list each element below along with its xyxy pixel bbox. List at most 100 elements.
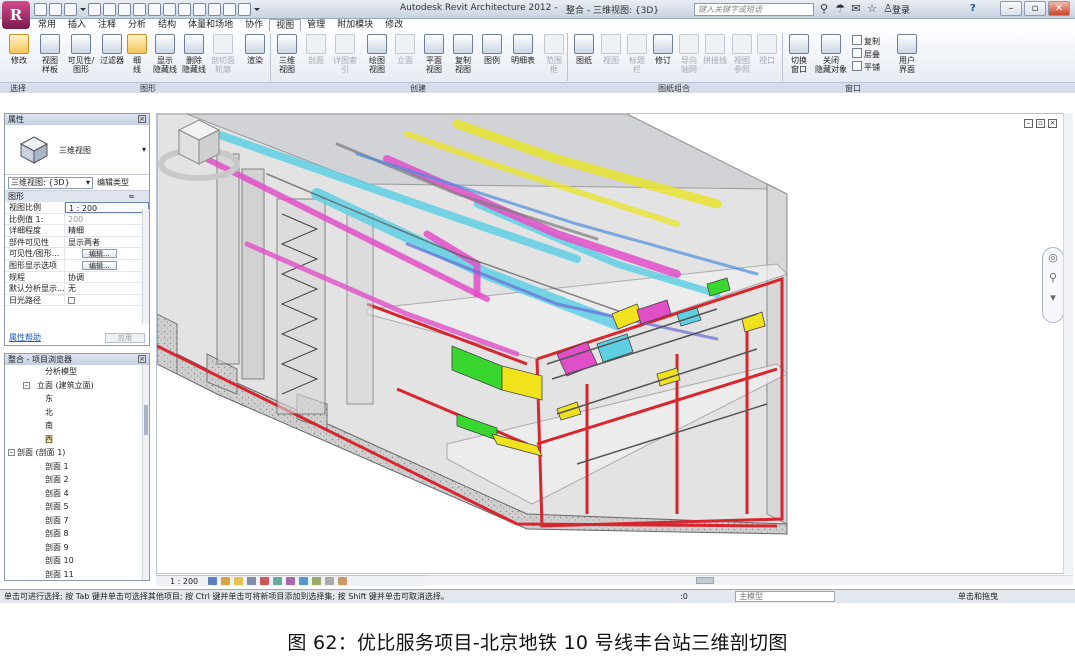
vertical-scrollbar[interactable] [1063, 113, 1073, 574]
browser-tree-node[interactable]: 剖面 9 [5, 541, 145, 555]
tab-massing-site[interactable]: 体量和场地 [182, 19, 239, 31]
restore-view-icon[interactable]: ▫ [1036, 119, 1045, 128]
show-hidden-lines-button[interactable]: 显示 隐藏线 [150, 34, 180, 74]
horizontal-scrollbar[interactable] [426, 575, 1073, 585]
matchline-button[interactable]: 拼接线 [700, 34, 730, 65]
detail-level-field[interactable]: 精细 [65, 225, 149, 236]
browser-scrollbar[interactable] [142, 365, 149, 580]
section-button[interactable]: 剖面 [301, 34, 331, 65]
align-dimension-icon[interactable] [133, 3, 146, 16]
property-row-graphic-display[interactable]: 图形显示选项 编辑... [5, 259, 149, 272]
plan-views-button[interactable]: 平面 视图 [419, 34, 449, 74]
tab-home[interactable]: 常用 [32, 19, 62, 31]
temp-hide-icon[interactable] [312, 577, 322, 585]
sheet-button[interactable]: 图纸 [569, 34, 599, 65]
panel-label-select[interactable]: 选择 [10, 83, 26, 94]
favorites-icon[interactable]: ☆ [866, 3, 878, 15]
tab-analyze[interactable]: 分析 [122, 19, 152, 31]
panel-label-sheet-composition[interactable]: 图纸组合 [658, 83, 690, 94]
steering-wheel-icon[interactable]: ◎ [1043, 248, 1063, 268]
scope-box-button[interactable]: 范围 框 [539, 34, 569, 74]
browser-tree-node[interactable]: 西 [5, 433, 145, 447]
view-scale-control[interactable]: 1 : 200 [156, 577, 208, 586]
section-icon[interactable] [193, 3, 206, 16]
cut-profile-button[interactable]: 剖切面 轮廓 [208, 34, 238, 74]
tab-modify[interactable]: 修改 [379, 19, 409, 31]
subscription-icon[interactable]: ☂ [834, 3, 846, 15]
browser-tree-node[interactable]: – 剖面 (剖面 1) [5, 446, 145, 460]
measure-icon[interactable] [118, 3, 131, 16]
browser-tree-node[interactable]: 剖面 5 [5, 500, 145, 514]
minimize-view-icon[interactable]: – [1024, 119, 1033, 128]
tab-structure[interactable]: 结构 [152, 19, 182, 31]
property-row-view-scale[interactable]: 视图比例 1 : 200 [5, 202, 149, 214]
browser-tree-node[interactable]: 东 [5, 392, 145, 406]
detail-level-icon[interactable] [208, 577, 218, 585]
shadows-icon[interactable] [247, 577, 257, 585]
tab-add-ins[interactable]: 附加模块 [331, 19, 379, 31]
search-icon[interactable]: ⚲ [818, 3, 830, 15]
browser-tree-node[interactable]: 分析模型 [5, 365, 145, 379]
browser-tree-node[interactable]: 北 [5, 406, 145, 420]
collapse-toggle-icon[interactable]: – [8, 449, 15, 456]
replicate-button[interactable]: 复制 [852, 35, 880, 48]
close-button[interactable]: ✕ [1048, 1, 1070, 16]
open-icon[interactable] [49, 3, 62, 16]
property-row-analysis-display[interactable]: 默认分析显示... 无 [5, 283, 149, 295]
communication-icon[interactable]: ✉ [850, 3, 862, 15]
minimize-button[interactable]: – [1000, 1, 1022, 16]
property-row-discipline[interactable]: 规程 协调 [5, 271, 149, 284]
user-interface-button[interactable]: 用户 界面 [892, 34, 922, 74]
scroll-thumb[interactable] [696, 577, 714, 584]
property-row-sun-path[interactable]: 日光路径 [5, 294, 149, 307]
press-drag-checkbox-label[interactable]: 单击和拖曳 [958, 590, 998, 603]
thin-lines-icon[interactable] [208, 3, 221, 16]
visibility-graphics-button[interactable]: 可见性/ 图形 [66, 34, 96, 74]
zoom-icon[interactable]: ⚲ [1043, 268, 1063, 288]
drafting-view-button[interactable]: 绘图 视图 [362, 34, 392, 74]
render-dialog-icon[interactable] [260, 577, 270, 585]
viewports-button[interactable]: 视口 [752, 34, 782, 65]
default-3d-view-icon[interactable] [178, 3, 191, 16]
infocenter-search-input[interactable]: 键入关键字或短语 [694, 3, 814, 16]
application-menu-button[interactable]: R [2, 1, 30, 29]
remove-hidden-lines-button[interactable]: 删除 隐藏线 [179, 34, 209, 74]
thin-lines-button[interactable]: 细 线 [125, 34, 149, 74]
type-selector[interactable]: 三维视图 ▾ [5, 125, 149, 175]
3d-view-button[interactable]: 三维 视图 [272, 34, 302, 74]
close-icon[interactable]: × [138, 115, 146, 123]
edit-type-button[interactable]: 编辑类型 [97, 177, 129, 188]
undo-dropdown-icon[interactable] [79, 3, 86, 16]
edit-visibility-button[interactable]: 编辑... [82, 249, 117, 259]
navigation-bar[interactable]: ◎ ⚲ ▾ [1042, 247, 1064, 323]
discipline-field[interactable]: 协调 [65, 272, 149, 283]
tab-view[interactable]: 视图 [269, 19, 302, 31]
analysis-display-field[interactable]: 无 [65, 283, 149, 294]
collapse-toggle-icon[interactable]: – [23, 381, 30, 389]
reveal-hidden-icon[interactable] [325, 577, 335, 585]
tab-collaborate[interactable]: 协作 [239, 19, 269, 31]
help-button[interactable]: ? [970, 3, 976, 14]
property-row-parts-visibility[interactable]: 部件可见性 显示两者 [5, 236, 149, 249]
panel-label-graphics[interactable]: 图形 [140, 83, 156, 94]
properties-help-link[interactable]: 属性帮助 [9, 331, 41, 345]
restore-button[interactable]: ▫ [1024, 1, 1046, 16]
browser-tree-node[interactable]: 剖面 4 [5, 487, 145, 501]
new-icon[interactable] [34, 3, 47, 16]
qat-customize-icon[interactable] [253, 3, 260, 16]
property-row-scale-value[interactable]: 比例值 1: 200 [5, 213, 149, 226]
login-link[interactable]: 登录 [892, 3, 910, 16]
lock-3d-icon[interactable] [299, 577, 309, 585]
tab-manage[interactable]: 管理 [301, 19, 331, 31]
legends-button[interactable]: 图例 [477, 34, 507, 65]
analysis-display-icon[interactable] [338, 577, 348, 585]
visual-style-icon[interactable] [221, 577, 231, 585]
callout-button[interactable]: 详图索引 [330, 34, 360, 74]
tab-annotate[interactable]: 注释 [92, 19, 122, 31]
panel-label-windows[interactable]: 窗口 [845, 83, 861, 94]
cascade-button[interactable]: 层叠 [852, 48, 880, 61]
browser-tree-node[interactable]: 剖面 1 [5, 460, 145, 474]
browser-tree-node[interactable]: – 立面 (建筑立面) [5, 379, 145, 393]
browser-tree-node[interactable]: 剖面 8 [5, 527, 145, 541]
modify-button[interactable]: 修改 [4, 34, 34, 65]
